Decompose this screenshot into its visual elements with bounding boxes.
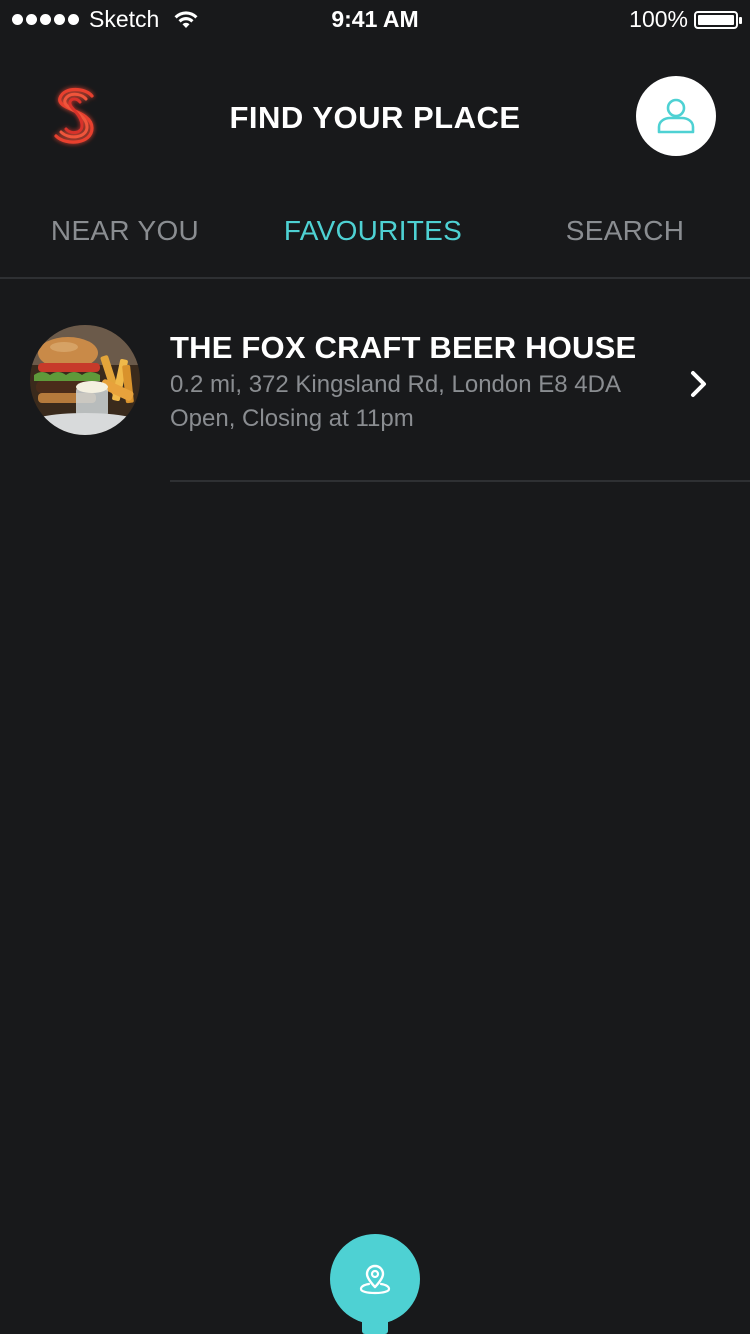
list-item[interactable]: THE FOX CRAFT BEER HOUSE 0.2 mi, 372 Kin… [0, 300, 750, 480]
user-icon [657, 98, 695, 134]
map-pin-icon [359, 1264, 391, 1295]
app-header: FIND YOUR PLACE [0, 60, 750, 180]
tab-near-you[interactable]: NEAR YOU [0, 215, 250, 247]
tabs-divider [0, 277, 750, 279]
battery-level [698, 14, 734, 25]
status-bar-right: 100% [629, 6, 742, 33]
status-bar: Sketch 9:41 AM 100% [0, 0, 750, 40]
tab-favourites[interactable]: FAVOURITES [248, 215, 498, 247]
profile-button[interactable] [636, 76, 716, 156]
tab-bar: NEAR YOU FAVOURITES SEARCH [0, 205, 750, 265]
venue-status: Open, Closing at 11pm [170, 405, 414, 432]
venue-address: 0.2 mi, 372 Kingsland Rd, London E8 4DA [170, 371, 621, 398]
battery-icon [694, 10, 742, 29]
tab-search[interactable]: SEARCH [500, 215, 750, 247]
burger-photo [30, 325, 140, 435]
map-view-button[interactable] [330, 1234, 420, 1324]
venue-details: THE FOX CRAFT BEER HOUSE 0.2 mi, 372 Kin… [170, 328, 670, 436]
venue-thumbnail [30, 325, 140, 435]
chevron-right-icon[interactable] [688, 368, 710, 400]
battery-percent: 100% [629, 6, 688, 32]
venue-name: THE FOX CRAFT BEER HOUSE [170, 330, 637, 365]
list-divider [170, 480, 750, 482]
